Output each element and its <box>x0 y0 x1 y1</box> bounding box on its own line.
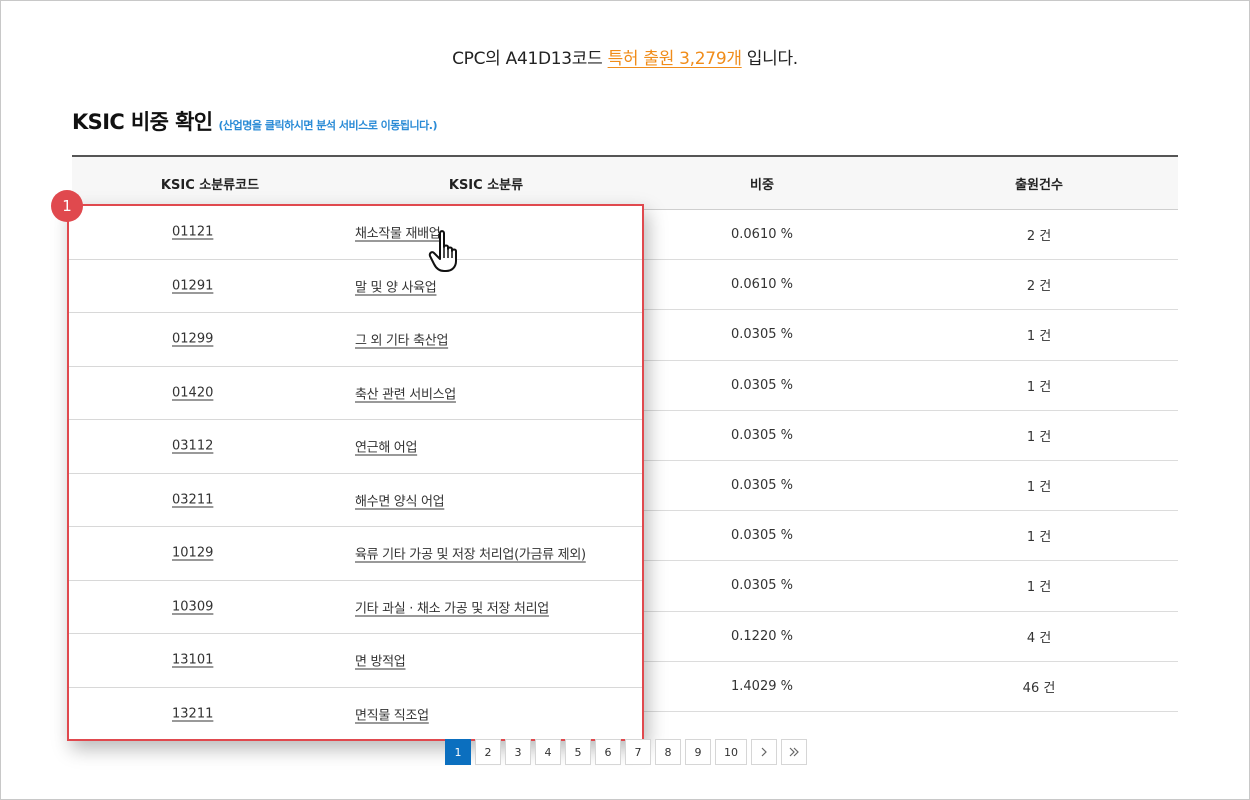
pagination: 1 2 3 4 5 6 7 8 9 10 <box>445 739 807 765</box>
list-item: 03112 연근해 어업 <box>69 420 642 474</box>
page-button-10[interactable]: 10 <box>715 739 747 765</box>
list-item: 03211 해수면 양식 어업 <box>69 474 642 527</box>
chevron-right-icon <box>761 747 767 757</box>
page-button-9[interactable]: 9 <box>685 739 711 765</box>
ksic-code-link[interactable]: 10309 <box>172 599 213 614</box>
ratio-cell: 0.0305 % <box>731 478 793 494</box>
column-header-ratio: 비중 <box>750 177 774 193</box>
page-button-8[interactable]: 8 <box>655 739 681 765</box>
ratio-cell: 0.0610 % <box>731 277 793 293</box>
ksic-code-link[interactable]: 13101 <box>172 653 213 668</box>
next-page-button[interactable] <box>751 739 777 765</box>
hand-pointer-icon <box>428 230 457 272</box>
page-button-1[interactable]: 1 <box>445 739 471 765</box>
ratio-cell: 0.0305 % <box>731 427 793 443</box>
ksic-code-link[interactable]: 01420 <box>172 385 213 400</box>
patent-count-link[interactable]: 특허 출원 3,279개 <box>608 49 742 69</box>
count-cell: 1 건 <box>1026 480 1052 496</box>
page-button-4[interactable]: 4 <box>535 739 561 765</box>
list-item: 13211 면직물 직조업 <box>69 688 642 742</box>
step-badge: 1 <box>51 190 83 222</box>
headline-prefix: CPC의 A41D13코드 <box>452 49 603 69</box>
count-cell: 46 건 <box>1022 680 1056 696</box>
ksic-code-link[interactable]: 01121 <box>172 225 213 240</box>
double-chevron-right-icon <box>789 747 799 757</box>
ksic-name-link[interactable]: 말 및 양 사육업 <box>355 276 437 295</box>
count-cell: 1 건 <box>1026 429 1052 445</box>
ratio-cell: 0.0610 % <box>731 227 793 243</box>
column-header-code: KSIC 소분류코드 <box>160 177 260 193</box>
highlighted-code-panel: 01121 채소작물 재배업 01291 말 및 양 사육업 01299 그 외 기타… <box>67 204 644 741</box>
ratio-cell: 0.0305 % <box>731 377 793 393</box>
list-item: 13101 면 방적업 <box>69 634 642 688</box>
count-cell: 1 건 <box>1026 329 1052 345</box>
list-item: 01291 말 및 양 사육업 <box>69 260 642 313</box>
count-cell: 2 건 <box>1026 229 1052 245</box>
section-title: KSIC 비중 확인 (산업명을 클릭하시면 분석 서비스로 이동됩니다.) <box>72 106 437 136</box>
ratio-cell: 0.1220 % <box>731 628 793 644</box>
ksic-name-link[interactable]: 축산 관련 서비스업 <box>355 383 456 402</box>
section-title-text: KSIC 비중 확인 <box>72 110 213 134</box>
ksic-code-link[interactable]: 01291 <box>172 278 213 293</box>
list-item: 10129 육류 기타 가공 및 저장 처리업(가금류 제외) <box>69 527 642 581</box>
ksic-name-link[interactable]: 기타 과실 · 채소 가공 및 저장 처리업 <box>355 597 549 616</box>
ksic-code-link[interactable]: 01299 <box>172 332 213 347</box>
list-item: 10309 기타 과실 · 채소 가공 및 저장 처리업 <box>69 581 642 634</box>
page-button-3[interactable]: 3 <box>505 739 531 765</box>
list-item: 01299 그 외 기타 축산업 <box>69 313 642 367</box>
count-cell: 2 건 <box>1026 279 1052 295</box>
count-cell: 1 건 <box>1026 530 1052 546</box>
ratio-cell: 1.4029 % <box>731 678 793 694</box>
ksic-name-link[interactable]: 면 방적업 <box>355 651 406 670</box>
ratio-cell: 0.0305 % <box>731 327 793 343</box>
column-header-count: 출원건수 <box>1015 177 1063 193</box>
ksic-code-link[interactable]: 03112 <box>172 439 213 454</box>
page-button-5[interactable]: 5 <box>565 739 591 765</box>
list-item: 01420 축산 관련 서비스업 <box>69 367 642 420</box>
ksic-code-link[interactable]: 10129 <box>172 546 213 561</box>
last-page-button[interactable] <box>781 739 807 765</box>
count-cell: 1 건 <box>1026 379 1052 395</box>
ksic-name-link[interactable]: 면직물 직조업 <box>355 705 429 724</box>
table-header: KSIC 소분류코드 KSIC 소분류 비중 출원건수 <box>72 157 1178 210</box>
page-button-2[interactable]: 2 <box>475 739 501 765</box>
list-item: 01121 채소작물 재배업 <box>69 206 642 260</box>
ratio-cell: 0.0305 % <box>731 578 793 594</box>
ratio-cell: 0.0305 % <box>731 528 793 544</box>
patent-count-headline: CPC의 A41D13코드 특허 출원 3,279개 입니다. <box>0 44 1250 69</box>
column-header-name: KSIC 소분류 <box>448 177 524 193</box>
page-button-6[interactable]: 6 <box>595 739 621 765</box>
page-button-7[interactable]: 7 <box>625 739 651 765</box>
ksic-code-link[interactable]: 13211 <box>172 707 213 722</box>
ksic-code-link[interactable]: 03211 <box>172 492 213 507</box>
count-cell: 4 건 <box>1026 630 1052 646</box>
ksic-name-link[interactable]: 해수면 양식 어업 <box>355 490 445 509</box>
ksic-name-link[interactable]: 육류 기타 가공 및 저장 처리업(가금류 제외) <box>355 544 586 563</box>
ksic-name-link[interactable]: 연근해 어업 <box>355 437 417 456</box>
count-cell: 1 건 <box>1026 580 1052 596</box>
ksic-name-link[interactable]: 그 외 기타 축산업 <box>355 330 448 349</box>
headline-suffix: 입니다. <box>746 49 798 69</box>
section-subtitle: (산업명을 클릭하시면 분석 서비스로 이동됩니다.) <box>218 119 438 132</box>
